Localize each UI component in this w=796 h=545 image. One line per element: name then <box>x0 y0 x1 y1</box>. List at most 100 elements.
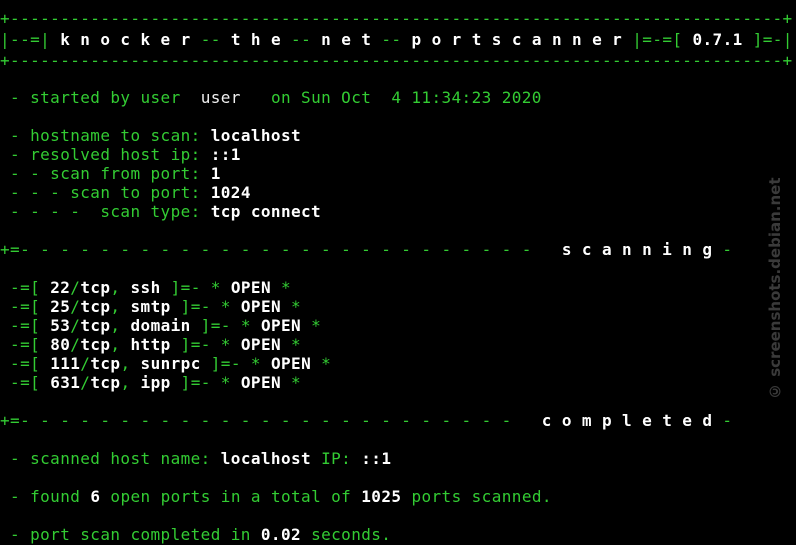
completed-dashes: +=- - - - - - - - - - - - - - - - - - - … <box>0 411 512 430</box>
user-name: user <box>200 88 241 107</box>
row-open-bracket: -=[ <box>10 354 51 373</box>
resolved-ip-label: - resolved host ip: <box>10 145 201 164</box>
terminal-window: +---------------------------------------… <box>0 0 796 545</box>
port-result-row: -=[ 111/tcp, sunrpc ]=- * OPEN * <box>0 354 331 373</box>
scan-from-line: - - scan from port: 1 <box>0 164 221 183</box>
row-close-bracket: ]=- * <box>170 335 241 354</box>
port-slash: / <box>70 278 81 297</box>
port-protocol: tcp <box>80 278 111 297</box>
port-service: sunrpc <box>140 354 201 373</box>
scanned-ip-value: ::1 <box>361 449 392 468</box>
port-protocol: tcp <box>80 316 111 335</box>
row-close-bracket: ]=- * <box>160 278 231 297</box>
row-end-star: * <box>301 316 322 335</box>
completed-heading: c o m p l e t e d <box>541 411 713 430</box>
scanning-divider: +=- - - - - - - - - - - - - - - - - - - … <box>0 240 732 259</box>
found-count: 6 <box>90 487 101 506</box>
scanned-host-label: - scanned host name: <box>10 449 211 468</box>
port-protocol: tcp <box>90 354 121 373</box>
row-open-bracket: -=[ <box>10 316 51 335</box>
found-ports-line: - found 6 open ports in a total of 1025 … <box>0 487 552 506</box>
port-comma: , <box>110 316 131 335</box>
banner-border-top: +---------------------------------------… <box>0 9 793 28</box>
port-status: OPEN <box>260 316 302 335</box>
port-comma: , <box>120 373 141 392</box>
hostname-value: localhost <box>210 126 302 145</box>
banner-left-bracket: |--=| <box>0 30 51 49</box>
port-status: OPEN <box>240 373 282 392</box>
scan-time-value: 0.02 <box>260 525 302 544</box>
port-number: 53 <box>50 316 71 335</box>
port-number: 25 <box>50 297 71 316</box>
port-comma: , <box>110 335 131 354</box>
scan-type-line: - - - - scan type: tcp connect <box>0 202 321 221</box>
port-service: smtp <box>130 297 171 316</box>
version-number: 0.7.1 <box>692 30 743 49</box>
scan-from-label: - - scan from port: <box>10 164 201 183</box>
scan-to-label: - - - scan to port: <box>10 183 201 202</box>
scanned-ip-label: IP: <box>321 449 352 468</box>
scan-to-value: 1024 <box>210 183 251 202</box>
port-protocol: tcp <box>80 297 111 316</box>
watermark: © screenshots.debian.net <box>766 177 784 401</box>
port-status: OPEN <box>270 354 312 373</box>
port-service: http <box>130 335 171 354</box>
scan-from-value: 1 <box>210 164 221 183</box>
row-open-bracket: -=[ <box>10 373 51 392</box>
title-sep: -- <box>381 30 402 49</box>
scan-time-line: - port scan completed in 0.02 seconds. <box>0 525 391 544</box>
banner-right-bracket: ]=-| <box>752 30 793 49</box>
row-close-bracket: ]=- * <box>170 373 241 392</box>
scan-time-label: - port scan completed in <box>10 525 251 544</box>
start-date: on Sun Oct 4 11:34:23 2020 <box>270 88 542 107</box>
port-protocol: tcp <box>90 373 121 392</box>
port-comma: , <box>110 278 131 297</box>
banner-title-line: |--=| k n o c k e r -- t h e -- n e t --… <box>0 30 793 49</box>
port-service: ssh <box>130 278 161 297</box>
row-close-bracket: ]=- * <box>190 316 261 335</box>
row-end-star: * <box>281 297 302 316</box>
row-end-star: * <box>281 335 302 354</box>
total-ports: 1025 <box>361 487 402 506</box>
port-comma: , <box>110 297 131 316</box>
started-line: - started by user user on Sun Oct 4 11:3… <box>0 88 542 107</box>
port-slash: / <box>70 297 81 316</box>
scan-to-line: - - - scan to port: 1024 <box>0 183 251 202</box>
row-open-bracket: -=[ <box>10 297 51 316</box>
banner-border-bottom: +---------------------------------------… <box>0 51 793 70</box>
scan-time-suffix: seconds. <box>311 525 392 544</box>
banner-mid-bracket: |=-=[ <box>632 30 683 49</box>
port-status: OPEN <box>230 278 271 297</box>
port-result-row: -=[ 80/tcp, http ]=- * OPEN * <box>0 335 301 354</box>
port-status: OPEN <box>240 335 282 354</box>
port-result-row: -=[ 631/tcp, ipp ]=- * OPEN * <box>0 373 301 392</box>
title-word-portscanner: p o r t s c a n n e r <box>411 30 623 49</box>
port-number: 22 <box>50 278 71 297</box>
started-label: - started by user <box>10 88 181 107</box>
completed-divider: +=- - - - - - - - - - - - - - - - - - - … <box>0 411 732 430</box>
scan-type-value: tcp connect <box>210 202 322 221</box>
scan-type-label: - - - - scan type: <box>10 202 201 221</box>
port-number: 80 <box>50 335 71 354</box>
found-label: - found <box>10 487 81 506</box>
port-number: 631 <box>50 373 81 392</box>
row-close-bracket: ]=- * <box>200 354 271 373</box>
found-mid-text: open ports in a total of <box>110 487 352 506</box>
row-open-bracket: -=[ <box>10 278 51 297</box>
title-sep: -- <box>200 30 221 49</box>
title-sep: -- <box>291 30 312 49</box>
port-slash: / <box>80 354 91 373</box>
port-comma: , <box>120 354 141 373</box>
hostname-line: - hostname to scan: localhost <box>0 126 301 145</box>
port-status: OPEN <box>240 297 282 316</box>
port-service: ipp <box>140 373 171 392</box>
port-result-row: -=[ 25/tcp, smtp ]=- * OPEN * <box>0 297 301 316</box>
port-slash: / <box>80 373 91 392</box>
row-close-bracket: ]=- * <box>170 297 241 316</box>
scanned-host-line: - scanned host name: localhost IP: ::1 <box>0 449 391 468</box>
scanned-host-value: localhost <box>220 449 312 468</box>
port-number: 111 <box>50 354 81 373</box>
port-result-row: -=[ 22/tcp, ssh ]=- * OPEN * <box>0 278 291 297</box>
title-word-net: n e t <box>321 30 372 49</box>
port-slash: / <box>70 335 81 354</box>
